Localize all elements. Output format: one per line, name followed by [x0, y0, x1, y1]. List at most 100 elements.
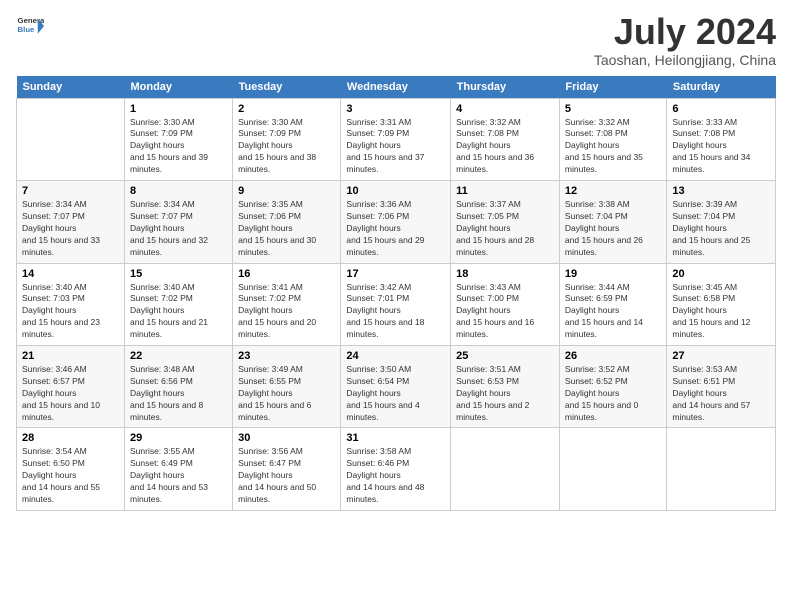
day-info: Sunrise: 3:43 AM Sunset: 7:00 PM Dayligh… [456, 282, 554, 341]
day-cell: 10 Sunrise: 3:36 AM Sunset: 7:06 PM Dayl… [341, 181, 451, 263]
day-cell: 4 Sunrise: 3:32 AM Sunset: 7:08 PM Dayli… [451, 98, 560, 180]
header: General Blue July 2024 Taoshan, Heilongj… [16, 12, 776, 68]
day-info: Sunrise: 3:54 AM Sunset: 6:50 PM Dayligh… [22, 446, 119, 505]
day-info: Sunrise: 3:32 AM Sunset: 7:08 PM Dayligh… [565, 117, 661, 176]
page: General Blue July 2024 Taoshan, Heilongj… [0, 0, 792, 612]
day-number: 2 [238, 103, 335, 115]
week-row-1: 1 Sunrise: 3:30 AM Sunset: 7:09 PM Dayli… [17, 98, 776, 180]
day-number: 23 [238, 350, 335, 362]
calendar-table: Sunday Monday Tuesday Wednesday Thursday… [16, 76, 776, 511]
day-number: 9 [238, 185, 335, 197]
day-info: Sunrise: 3:39 AM Sunset: 7:04 PM Dayligh… [672, 199, 770, 258]
day-number: 17 [346, 268, 445, 280]
title-block: July 2024 Taoshan, Heilongjiang, China [594, 12, 776, 68]
day-cell: 29 Sunrise: 3:55 AM Sunset: 6:49 PM Dayl… [124, 428, 232, 510]
day-info: Sunrise: 3:36 AM Sunset: 7:06 PM Dayligh… [346, 199, 445, 258]
day-number: 18 [456, 268, 554, 280]
day-cell [17, 98, 125, 180]
day-number: 29 [130, 432, 227, 444]
main-title: July 2024 [594, 12, 776, 52]
col-tuesday: Tuesday [233, 76, 341, 99]
day-number: 4 [456, 103, 554, 115]
day-info: Sunrise: 3:38 AM Sunset: 7:04 PM Dayligh… [565, 199, 661, 258]
day-number: 26 [565, 350, 661, 362]
header-row: Sunday Monday Tuesday Wednesday Thursday… [17, 76, 776, 99]
subtitle: Taoshan, Heilongjiang, China [594, 52, 776, 68]
day-number: 24 [346, 350, 445, 362]
day-number: 21 [22, 350, 119, 362]
day-number: 12 [565, 185, 661, 197]
day-cell: 15 Sunrise: 3:40 AM Sunset: 7:02 PM Dayl… [124, 263, 232, 345]
day-number: 25 [456, 350, 554, 362]
logo-icon: General Blue [16, 12, 44, 40]
day-cell: 31 Sunrise: 3:58 AM Sunset: 6:46 PM Dayl… [341, 428, 451, 510]
day-info: Sunrise: 3:49 AM Sunset: 6:55 PM Dayligh… [238, 364, 335, 423]
day-info: Sunrise: 3:45 AM Sunset: 6:58 PM Dayligh… [672, 282, 770, 341]
day-cell: 2 Sunrise: 3:30 AM Sunset: 7:09 PM Dayli… [233, 98, 341, 180]
day-info: Sunrise: 3:50 AM Sunset: 6:54 PM Dayligh… [346, 364, 445, 423]
day-cell: 26 Sunrise: 3:52 AM Sunset: 6:52 PM Dayl… [559, 345, 666, 427]
day-number: 14 [22, 268, 119, 280]
day-info: Sunrise: 3:58 AM Sunset: 6:46 PM Dayligh… [346, 446, 445, 505]
week-row-2: 7 Sunrise: 3:34 AM Sunset: 7:07 PM Dayli… [17, 181, 776, 263]
day-info: Sunrise: 3:42 AM Sunset: 7:01 PM Dayligh… [346, 282, 445, 341]
day-info: Sunrise: 3:51 AM Sunset: 6:53 PM Dayligh… [456, 364, 554, 423]
day-cell: 1 Sunrise: 3:30 AM Sunset: 7:09 PM Dayli… [124, 98, 232, 180]
day-cell: 9 Sunrise: 3:35 AM Sunset: 7:06 PM Dayli… [233, 181, 341, 263]
day-number: 27 [672, 350, 770, 362]
day-cell: 11 Sunrise: 3:37 AM Sunset: 7:05 PM Dayl… [451, 181, 560, 263]
day-cell: 13 Sunrise: 3:39 AM Sunset: 7:04 PM Dayl… [667, 181, 776, 263]
col-saturday: Saturday [667, 76, 776, 99]
day-number: 30 [238, 432, 335, 444]
day-info: Sunrise: 3:44 AM Sunset: 6:59 PM Dayligh… [565, 282, 661, 341]
day-cell: 22 Sunrise: 3:48 AM Sunset: 6:56 PM Dayl… [124, 345, 232, 427]
day-cell: 18 Sunrise: 3:43 AM Sunset: 7:00 PM Dayl… [451, 263, 560, 345]
week-row-5: 28 Sunrise: 3:54 AM Sunset: 6:50 PM Dayl… [17, 428, 776, 510]
day-info: Sunrise: 3:46 AM Sunset: 6:57 PM Dayligh… [22, 364, 119, 423]
day-info: Sunrise: 3:41 AM Sunset: 7:02 PM Dayligh… [238, 282, 335, 341]
col-monday: Monday [124, 76, 232, 99]
day-number: 19 [565, 268, 661, 280]
day-info: Sunrise: 3:40 AM Sunset: 7:03 PM Dayligh… [22, 282, 119, 341]
day-info: Sunrise: 3:31 AM Sunset: 7:09 PM Dayligh… [346, 117, 445, 176]
day-info: Sunrise: 3:35 AM Sunset: 7:06 PM Dayligh… [238, 199, 335, 258]
svg-text:Blue: Blue [18, 25, 36, 34]
day-cell [559, 428, 666, 510]
day-cell: 5 Sunrise: 3:32 AM Sunset: 7:08 PM Dayli… [559, 98, 666, 180]
day-number: 22 [130, 350, 227, 362]
day-info: Sunrise: 3:34 AM Sunset: 7:07 PM Dayligh… [22, 199, 119, 258]
day-info: Sunrise: 3:37 AM Sunset: 7:05 PM Dayligh… [456, 199, 554, 258]
day-cell: 6 Sunrise: 3:33 AM Sunset: 7:08 PM Dayli… [667, 98, 776, 180]
day-number: 6 [672, 103, 770, 115]
day-info: Sunrise: 3:30 AM Sunset: 7:09 PM Dayligh… [130, 117, 227, 176]
day-number: 13 [672, 185, 770, 197]
logo: General Blue [16, 12, 44, 40]
day-info: Sunrise: 3:52 AM Sunset: 6:52 PM Dayligh… [565, 364, 661, 423]
day-number: 1 [130, 103, 227, 115]
day-info: Sunrise: 3:56 AM Sunset: 6:47 PM Dayligh… [238, 446, 335, 505]
day-cell: 7 Sunrise: 3:34 AM Sunset: 7:07 PM Dayli… [17, 181, 125, 263]
day-info: Sunrise: 3:53 AM Sunset: 6:51 PM Dayligh… [672, 364, 770, 423]
day-info: Sunrise: 3:33 AM Sunset: 7:08 PM Dayligh… [672, 117, 770, 176]
day-number: 3 [346, 103, 445, 115]
day-cell: 27 Sunrise: 3:53 AM Sunset: 6:51 PM Dayl… [667, 345, 776, 427]
day-cell: 14 Sunrise: 3:40 AM Sunset: 7:03 PM Dayl… [17, 263, 125, 345]
day-cell [451, 428, 560, 510]
day-info: Sunrise: 3:40 AM Sunset: 7:02 PM Dayligh… [130, 282, 227, 341]
day-cell: 21 Sunrise: 3:46 AM Sunset: 6:57 PM Dayl… [17, 345, 125, 427]
day-cell: 20 Sunrise: 3:45 AM Sunset: 6:58 PM Dayl… [667, 263, 776, 345]
day-number: 16 [238, 268, 335, 280]
day-cell: 23 Sunrise: 3:49 AM Sunset: 6:55 PM Dayl… [233, 345, 341, 427]
day-info: Sunrise: 3:34 AM Sunset: 7:07 PM Dayligh… [130, 199, 227, 258]
day-number: 31 [346, 432, 445, 444]
day-number: 20 [672, 268, 770, 280]
day-cell: 30 Sunrise: 3:56 AM Sunset: 6:47 PM Dayl… [233, 428, 341, 510]
day-cell: 17 Sunrise: 3:42 AM Sunset: 7:01 PM Dayl… [341, 263, 451, 345]
day-cell: 12 Sunrise: 3:38 AM Sunset: 7:04 PM Dayl… [559, 181, 666, 263]
day-number: 10 [346, 185, 445, 197]
week-row-3: 14 Sunrise: 3:40 AM Sunset: 7:03 PM Dayl… [17, 263, 776, 345]
day-cell: 16 Sunrise: 3:41 AM Sunset: 7:02 PM Dayl… [233, 263, 341, 345]
col-wednesday: Wednesday [341, 76, 451, 99]
day-number: 5 [565, 103, 661, 115]
week-row-4: 21 Sunrise: 3:46 AM Sunset: 6:57 PM Dayl… [17, 345, 776, 427]
